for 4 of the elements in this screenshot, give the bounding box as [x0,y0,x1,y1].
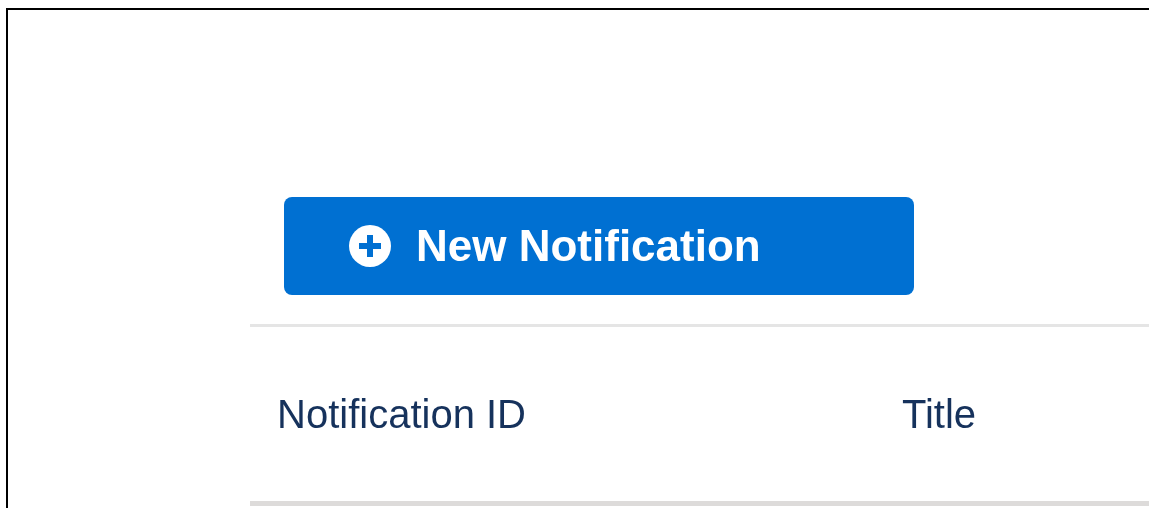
add-icon [348,224,392,268]
new-notification-button[interactable]: New Notification [284,197,914,295]
column-header: Title [902,391,977,438]
column-header: Notification ID [276,391,527,438]
